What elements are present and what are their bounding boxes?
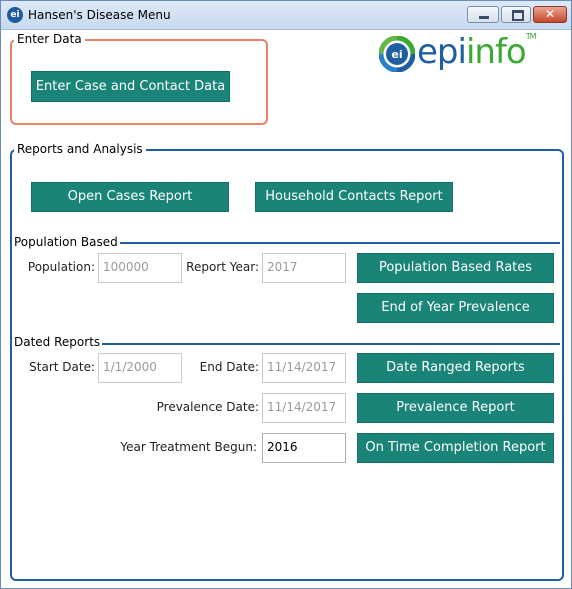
start-date-input[interactable]: 1/1/2000 bbox=[98, 353, 182, 383]
maximize-button[interactable] bbox=[501, 6, 531, 23]
enter-data-legend: Enter Data bbox=[14, 32, 85, 46]
app-window: ei Hansen's Disease Menu ✕ ei epiinfoTM … bbox=[0, 0, 572, 589]
population-label: Population: bbox=[27, 260, 95, 274]
epi-info-app-icon: ei bbox=[7, 7, 23, 23]
logo-info-text: info bbox=[465, 32, 527, 72]
close-icon: ✕ bbox=[544, 7, 556, 21]
prevalence-date-input[interactable]: 11/14/2017 bbox=[262, 393, 346, 423]
population-based-section-label: Population Based bbox=[12, 235, 120, 249]
year-treatment-begun-input[interactable]: 2016 bbox=[262, 433, 346, 463]
report-year-label: Report Year: bbox=[186, 260, 259, 274]
minimize-button[interactable] bbox=[467, 6, 499, 23]
start-date-label: Start Date: bbox=[29, 360, 95, 374]
maximize-icon bbox=[512, 10, 524, 21]
title-bar[interactable]: ei Hansen's Disease Menu ✕ bbox=[1, 1, 571, 30]
date-ranged-reports-button[interactable]: Date Ranged Reports bbox=[357, 353, 554, 383]
logo-wordmark: epiinfoTM bbox=[417, 32, 537, 72]
epi-info-logo: ei epiinfoTM bbox=[379, 32, 539, 74]
population-based-rates-button[interactable]: Population Based Rates bbox=[357, 253, 554, 283]
end-date-input[interactable]: 11/14/2017 bbox=[262, 353, 346, 383]
enter-case-contact-button[interactable]: Enter Case and Contact Data bbox=[31, 71, 230, 102]
prevalence-date-label: Prevalence Date: bbox=[156, 400, 259, 414]
logo-tm: TM bbox=[525, 32, 537, 41]
close-button[interactable]: ✕ bbox=[533, 6, 567, 23]
open-cases-report-button[interactable]: Open Cases Report bbox=[31, 182, 229, 212]
report-year-input[interactable]: 2017 bbox=[262, 253, 346, 283]
on-time-completion-report-button[interactable]: On Time Completion Report bbox=[357, 433, 554, 463]
reports-analysis-legend: Reports and Analysis bbox=[14, 142, 146, 156]
household-contacts-report-button[interactable]: Household Contacts Report bbox=[255, 182, 453, 212]
end-of-year-prevalence-button[interactable]: End of Year Prevalence bbox=[357, 293, 554, 323]
year-treatment-begun-label: Year Treatment Begun: bbox=[120, 440, 257, 454]
logo-epi-text: epi bbox=[417, 32, 467, 72]
dated-reports-section-label: Dated Reports bbox=[12, 335, 103, 349]
epi-info-logo-icon: ei bbox=[379, 36, 415, 72]
logo-badge-text: ei bbox=[391, 48, 402, 61]
minimize-icon bbox=[479, 16, 489, 19]
window-title: Hansen's Disease Menu bbox=[28, 8, 171, 22]
prevalence-report-button[interactable]: Prevalence Report bbox=[357, 393, 554, 423]
population-input[interactable]: 100000 bbox=[98, 253, 182, 283]
end-date-label: End Date: bbox=[199, 360, 259, 374]
